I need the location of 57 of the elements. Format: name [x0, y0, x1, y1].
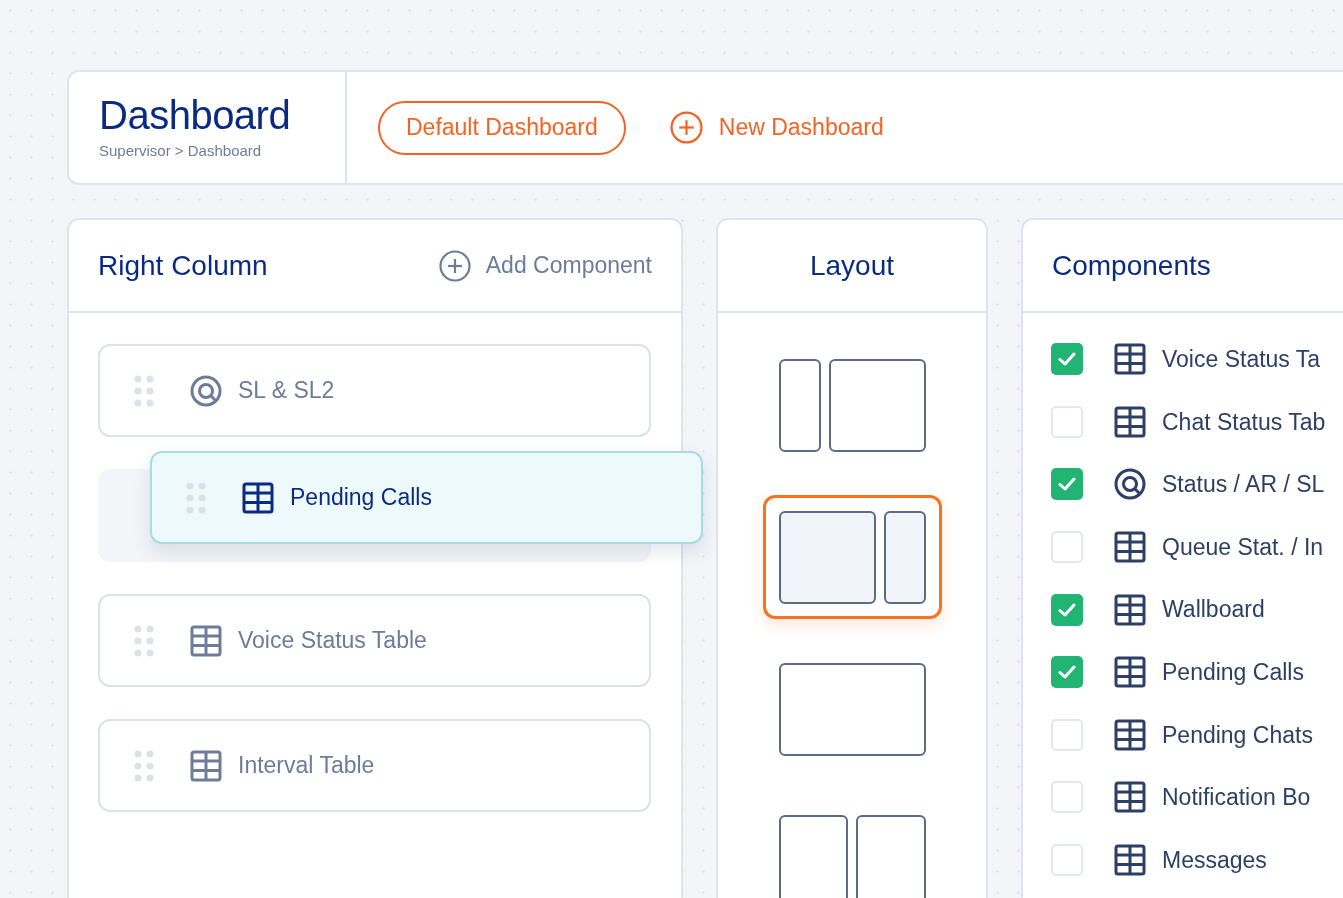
component-card[interactable]: Pending Calls [150, 451, 703, 544]
drag-handle-icon[interactable] [134, 374, 154, 407]
checkbox[interactable] [1051, 593, 1083, 626]
page-title: Dashboard [99, 92, 292, 139]
table-icon [1114, 593, 1146, 626]
checkbox[interactable] [1051, 844, 1083, 877]
checkmark-icon [1058, 665, 1076, 680]
default-dashboard-button[interactable]: Default Dashboard [378, 100, 626, 155]
plus-circle-icon [438, 249, 471, 282]
component-label: Status / AR / SL [1162, 470, 1325, 500]
target-icon [1114, 468, 1146, 501]
checkbox[interactable] [1051, 343, 1083, 376]
component-label: SL & SL2 [238, 376, 335, 406]
drag-handle-icon[interactable] [134, 624, 154, 657]
checkbox[interactable] [1051, 781, 1083, 814]
table-icon [1114, 781, 1146, 814]
panel-title: Layout [809, 248, 895, 283]
checkmark-icon [1058, 602, 1076, 617]
panel-title: Components [1052, 248, 1211, 283]
checkbox[interactable] [1051, 468, 1083, 501]
table-icon [1114, 405, 1146, 438]
component-label: Interval Table [238, 751, 375, 781]
component-label: Chat Status Tab [1162, 407, 1326, 437]
component-card[interactable]: SL & SL2 [98, 344, 651, 437]
layout-option[interactable] [762, 495, 942, 619]
component-card[interactable]: Interval Table [98, 719, 651, 812]
component-label: Wallboard [1162, 595, 1265, 625]
breadcrumb: Supervisor > Dashboard [99, 141, 263, 162]
table-icon [190, 624, 222, 657]
target-icon [190, 374, 222, 407]
component-card[interactable]: Voice Status Table [98, 594, 651, 687]
checkmark-icon [1058, 352, 1076, 367]
drag-handle-icon[interactable] [134, 749, 154, 782]
table-icon [242, 481, 274, 514]
panel-title: Right Column [98, 248, 268, 283]
add-component-button[interactable]: Add Component [438, 248, 652, 283]
table-icon [1114, 656, 1146, 689]
component-label: Voice Status Table [238, 626, 427, 656]
table-icon [190, 749, 222, 782]
checkbox[interactable] [1051, 531, 1083, 564]
checkbox[interactable] [1051, 405, 1083, 438]
table-icon [1114, 718, 1146, 751]
table-icon [1114, 844, 1146, 877]
component-label: Pending Calls [1162, 658, 1304, 687]
new-dashboard-button[interactable]: New Dashboard [669, 110, 884, 145]
table-icon [1114, 531, 1146, 564]
component-label: Pending Calls [290, 483, 432, 513]
plus-circle-icon [669, 111, 703, 144]
table-icon [1114, 343, 1146, 376]
component-label: Messages [1162, 845, 1267, 875]
checkbox[interactable] [1051, 656, 1083, 689]
checkmark-icon [1058, 477, 1076, 492]
checkbox[interactable] [1051, 718, 1083, 751]
component-label: Notification Bo [1162, 783, 1311, 813]
component-label: Pending Chats [1162, 720, 1313, 750]
component-label: Queue Stat. / In [1162, 532, 1324, 562]
component-label: Voice Status Ta [1162, 345, 1321, 375]
